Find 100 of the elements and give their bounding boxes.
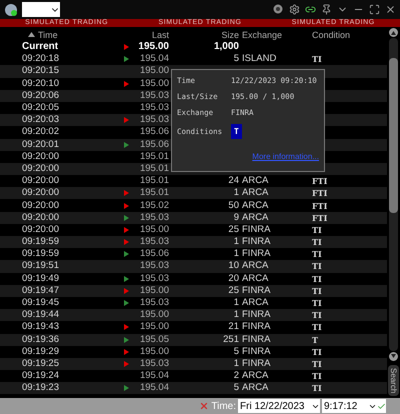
table-cell-text: 195.00 (138, 309, 169, 322)
table-cell-text: ARCA (242, 382, 270, 394)
table-cell-text: TI (312, 309, 323, 322)
table-cell-text: FINRA (242, 248, 272, 260)
table-cell-text: ARCA (242, 212, 270, 224)
table-cell-text: 09:19:25 (22, 358, 60, 370)
table-cell-text: 195.06 (138, 138, 169, 151)
column-header[interactable]: Time (0, 28, 72, 40)
table-cell-text: 09:20:00 (22, 200, 60, 212)
table-cell-text: FINRA (242, 321, 272, 334)
column-header[interactable]: Last (130, 28, 169, 40)
globe-icon[interactable] (4, 2, 18, 16)
table-cell-text: ARCA (242, 175, 270, 188)
bubble-icon[interactable] (273, 4, 284, 15)
table-cell-text: 09:20:00 (22, 150, 60, 163)
table-cell-text: 195.02 (138, 200, 169, 212)
table-cell-text: 5 (232, 382, 239, 394)
table-cell-text: FTI (312, 175, 328, 188)
close-icon[interactable] (385, 4, 396, 15)
table-cell-text: TI (312, 321, 323, 334)
table-cell-text: 195.03 (138, 260, 169, 272)
table-cell-text: FINRA (242, 309, 272, 322)
table-cell-text: ARCA (242, 187, 270, 200)
table-cell-text: 09:19:45 (22, 297, 60, 310)
scroll-down-button[interactable] (389, 352, 398, 361)
pin-icon[interactable] (321, 4, 332, 15)
table-cell-text: FTI (312, 200, 328, 212)
sort-icon (28, 32, 35, 37)
column-header[interactable]: Size (169, 28, 239, 40)
table-cell-text: 195.03 (138, 212, 169, 224)
table-cell-text: 21 (227, 321, 239, 334)
table-cell-text: 1 (232, 358, 239, 370)
table-cell-text: 09:20:06 (22, 90, 60, 102)
table-cell-text: FINRA (242, 358, 272, 370)
table-cell-text: 195.00 (138, 224, 169, 236)
table-cell-text: 195.06 (138, 126, 169, 138)
table-cell-text: 09:20:02 (22, 126, 60, 138)
table-cell-text: FINRA (242, 284, 272, 297)
table-cell-text: 25 (227, 284, 239, 297)
scrollbar-thumb[interactable] (389, 58, 398, 213)
search-tab[interactable]: Search (388, 364, 399, 396)
table-cell-text: 09:20:05 (22, 102, 60, 114)
table-cell-text: 195.01 (138, 150, 169, 163)
table-cell-text: 09:20:00 (22, 162, 60, 175)
table-cell-text: TI (312, 346, 323, 358)
date-field[interactable]: Fri 12/22/2023 (238, 399, 320, 413)
table-cell-text: 1,000 (212, 41, 239, 54)
table-cell-text: 09:19:49 (22, 272, 60, 285)
table-cell-text: 1 (232, 236, 239, 248)
table-cell-text: 195.03 (138, 236, 169, 248)
table-cell-text: TI (312, 382, 323, 394)
column-header[interactable]: Condition (312, 28, 352, 40)
table-cell-text: 09:19:43 (22, 321, 60, 334)
table-cell-text: 09:19:59 (22, 248, 60, 260)
table-cell-text: ARCA (242, 200, 270, 212)
table-cell-text: FTI (312, 212, 328, 224)
table-cell-text: ARCA (242, 272, 270, 285)
table-cell-text: 09:19:44 (22, 309, 60, 322)
table-cell-text: TI (312, 272, 323, 285)
table-cell-text: 09:20:00 (22, 212, 60, 224)
link-icon[interactable] (305, 4, 316, 15)
table-cell-text: 195.00 (138, 284, 169, 297)
table-cell-text: 09:19:59 (22, 236, 60, 248)
table-cell-text: 09:19:51 (22, 260, 60, 272)
table-cell-text: 09:19:23 (22, 382, 60, 394)
table-cell-text: 195.03 (138, 102, 169, 114)
table-cell-text: 195.00 (138, 346, 169, 358)
maximize-icon[interactable] (369, 4, 380, 15)
table-cell-text: 1 (232, 309, 239, 322)
check-icon (377, 402, 386, 410)
table-cell-text: TI (312, 284, 323, 297)
table-cell-text: T (312, 334, 319, 346)
table-cell-text: FTI (312, 187, 328, 200)
table-cell-text: 195.01 (138, 175, 169, 188)
table-cell-text: TI (312, 248, 323, 260)
table-cell-text: TI (312, 358, 323, 370)
table-cell-text: ARCA (242, 260, 270, 272)
table-cell-text: 5 (232, 53, 239, 66)
table-cell-text: FINRA (242, 236, 272, 248)
table-cell-text: 195.01 (138, 187, 169, 200)
table-cell-text: 195.03 (138, 114, 169, 126)
table-cell-text: 195.03 (138, 90, 169, 102)
settings-icon[interactable] (289, 4, 300, 15)
table-cell-text: 10 (227, 260, 239, 272)
table-cell-text: 1 (232, 187, 239, 200)
table-cell-text: 1 (232, 248, 239, 260)
table-cell-text: 195.03 (138, 272, 169, 285)
table-cell-text: 195.00 (138, 78, 169, 90)
table-cell-text: TI (312, 260, 323, 272)
time-label: Time: (211, 400, 236, 412)
table-cell-text: TI (312, 224, 323, 236)
table-cell-text: 09:19:36 (22, 334, 60, 346)
time-field[interactable]: 9:17:12 (322, 399, 386, 413)
table-cell-text: 195.03 (138, 297, 169, 310)
table-cell-text: 50 (227, 200, 239, 212)
condition-badge: T (231, 124, 242, 139)
column-header[interactable]: Exchange (242, 28, 312, 40)
table-cell-text: FINRA (242, 334, 272, 346)
table-cell-text: FINRA (242, 346, 272, 358)
scroll-up-button[interactable] (389, 28, 398, 37)
